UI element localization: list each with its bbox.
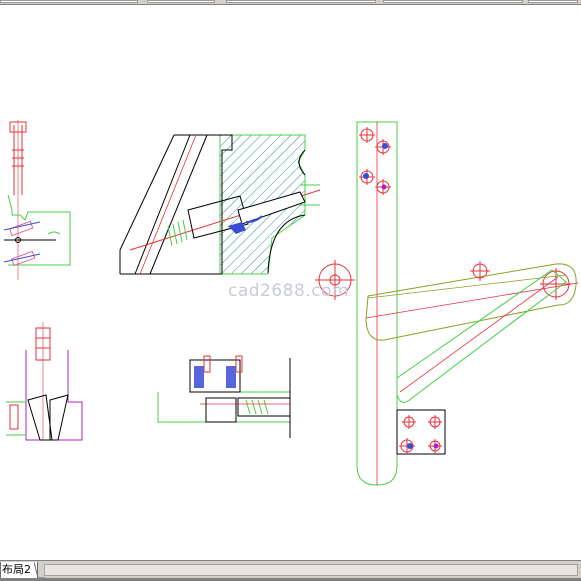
- toolbar-field[interactable]: [147, 0, 215, 3]
- right-linkage: [315, 121, 579, 486]
- left-rod-assembly: [3, 120, 71, 280]
- bottom-middle-assembly: [157, 355, 291, 438]
- middle-top-assembly: [119, 134, 321, 275]
- tab-layout-2[interactable]: 布局2: [0, 562, 38, 579]
- toolbar-field[interactable]: [528, 0, 578, 3]
- watermark-text: cad2688.com: [228, 281, 350, 301]
- toolbar-field[interactable]: [383, 0, 523, 3]
- toolbar-field[interactable]: [226, 0, 376, 3]
- bottom-left-assembly: [6, 322, 83, 441]
- horizontal-scrollbar[interactable]: [44, 564, 578, 576]
- toolbar-field[interactable]: [0, 0, 138, 3]
